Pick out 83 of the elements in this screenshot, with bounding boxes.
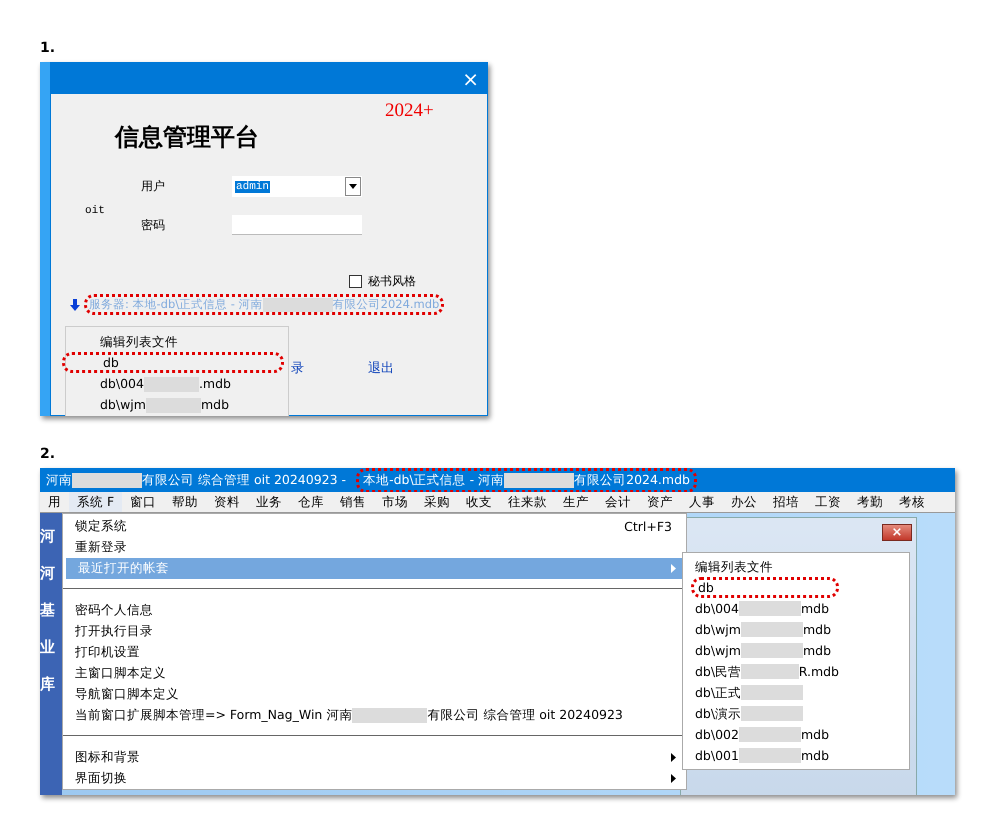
menu-item[interactable]: 仓库 <box>290 492 332 512</box>
version-label: 2024+ <box>385 100 435 122</box>
menu-entry[interactable]: db\正式 <box>695 682 839 703</box>
list-item[interactable]: db\wjm mdb <box>66 394 284 415</box>
menu-entry[interactable]: 重新登录 <box>63 537 686 558</box>
menu-entry[interactable]: 界面切换 <box>63 768 686 789</box>
menu-item[interactable]: 市场 <box>374 492 416 512</box>
step-number: 2. <box>40 446 56 464</box>
menu-entry[interactable]: db\004 mdb <box>695 598 839 619</box>
menu-item[interactable]: 办公 <box>723 492 766 512</box>
menu-entry[interactable]: db\001 mdb <box>695 745 839 766</box>
menu-item[interactable]: 销售 <box>332 492 374 512</box>
menu-item[interactable]: 采购 <box>416 492 458 512</box>
redaction-block <box>738 748 801 763</box>
menu-item[interactable]: 会计 <box>597 492 640 512</box>
field-label: 用户 <box>141 178 166 195</box>
menu-entry[interactable]: 打开执行目录 <box>63 621 686 642</box>
menu-entry[interactable]: db <box>691 577 839 598</box>
title-text: 河南 <box>46 472 72 486</box>
close-button[interactable]: × <box>882 524 912 541</box>
title-text: 有限公司2024.mdb <box>574 472 690 486</box>
menu-item[interactable]: 考勤 <box>849 492 892 512</box>
list-item[interactable]: db\004 .mdb <box>66 373 284 394</box>
shortcut-text: Ctrl+F3 <box>624 519 672 534</box>
menu-item[interactable]: 资产 <box>639 492 682 512</box>
redaction-block <box>262 298 333 312</box>
menu-item[interactable]: 窗口 <box>122 492 164 512</box>
redaction-block <box>741 685 804 700</box>
menu-entry[interactable]: db\民营 R.mdb <box>695 661 839 682</box>
sidebar-text: 库 <box>40 675 56 694</box>
redaction-block <box>738 601 801 616</box>
sidebar-text: 河 <box>40 527 56 546</box>
redaction-block <box>741 664 799 679</box>
menu-item[interactable]: 业务 <box>248 492 290 512</box>
menu-entry[interactable]: db\002 mdb <box>695 724 839 745</box>
menu-item[interactable]: 人事 <box>681 492 724 512</box>
menu-item[interactable]: 帮助 <box>164 492 206 512</box>
title-text: 本地-db\正式信息 - 河南 <box>363 472 504 486</box>
dropdown-arrow-icon <box>349 184 357 189</box>
redaction-block <box>738 727 801 742</box>
menu-entry[interactable]: db\wjm mdb <box>695 640 839 661</box>
step-number: 1. <box>40 40 56 58</box>
menu-entry[interactable]: 导航窗口脚本定义 <box>63 684 686 705</box>
exit-button[interactable]: 退出 <box>368 359 394 377</box>
menu-item[interactable]: 生产 <box>555 492 598 512</box>
menu-entry[interactable]: 编辑列表文件 <box>695 556 839 577</box>
menu-item[interactable]: 系统 F <box>69 492 122 512</box>
user-dropdown[interactable]: admin <box>232 176 362 197</box>
checkbox-label: 秘书风格 <box>368 273 416 290</box>
user-code: oit <box>84 204 106 216</box>
redaction-block <box>740 643 803 658</box>
sidebar-text: 业 <box>40 638 56 657</box>
checkbox[interactable] <box>349 275 362 288</box>
down-arrow-icon <box>70 298 80 310</box>
menu-entry[interactable]: db\演示 <box>695 703 839 724</box>
redaction-block <box>504 472 574 488</box>
redaction-block <box>741 706 804 721</box>
sidebar-text: 河 <box>40 564 56 583</box>
menu-item[interactable]: 工资 <box>807 492 850 512</box>
menu-entry[interactable]: 锁定系统 Ctrl+F3 <box>63 516 686 537</box>
sidebar-text: 基 <box>40 601 56 620</box>
menu-entry[interactable]: db\wjm mdb <box>695 619 839 640</box>
menu-item[interactable]: 往来款 <box>500 492 556 512</box>
redaction-block <box>72 472 142 488</box>
menu-item[interactable]: 考核 <box>891 492 934 512</box>
list-item[interactable]: 编辑列表文件 <box>66 331 284 352</box>
redaction-block <box>740 622 803 637</box>
title-text: 有限公司 综合管理 oit 20240923 - <box>142 472 346 486</box>
menu-entry[interactable]: 打印机设置 <box>63 642 686 663</box>
login-button[interactable]: 录 <box>291 359 304 377</box>
menu-item[interactable]: 收支 <box>458 492 500 512</box>
menu-item[interactable]: 招培 <box>765 492 808 512</box>
menu-entry[interactable]: 密码个人信息 <box>63 600 686 621</box>
list-item[interactable]: db <box>62 352 284 373</box>
menu-entry[interactable]: 图标和背景 <box>63 747 686 768</box>
field-label: 密码 <box>141 216 166 234</box>
menu-item[interactable]: 资料 <box>206 492 248 512</box>
menu-entry[interactable]: 当前窗口扩展脚本管理=> Form_Nag_Win 河南 有限公司 综合管理 oit 20240923 <box>63 705 686 726</box>
menu-item[interactable]: 用 <box>40 492 69 512</box>
close-button[interactable]: × <box>462 68 479 88</box>
password-field[interactable] <box>232 215 362 235</box>
app-title: 信息管理平台 <box>115 122 260 152</box>
menu-entry[interactable]: 主窗口脚本定义 <box>63 663 686 684</box>
